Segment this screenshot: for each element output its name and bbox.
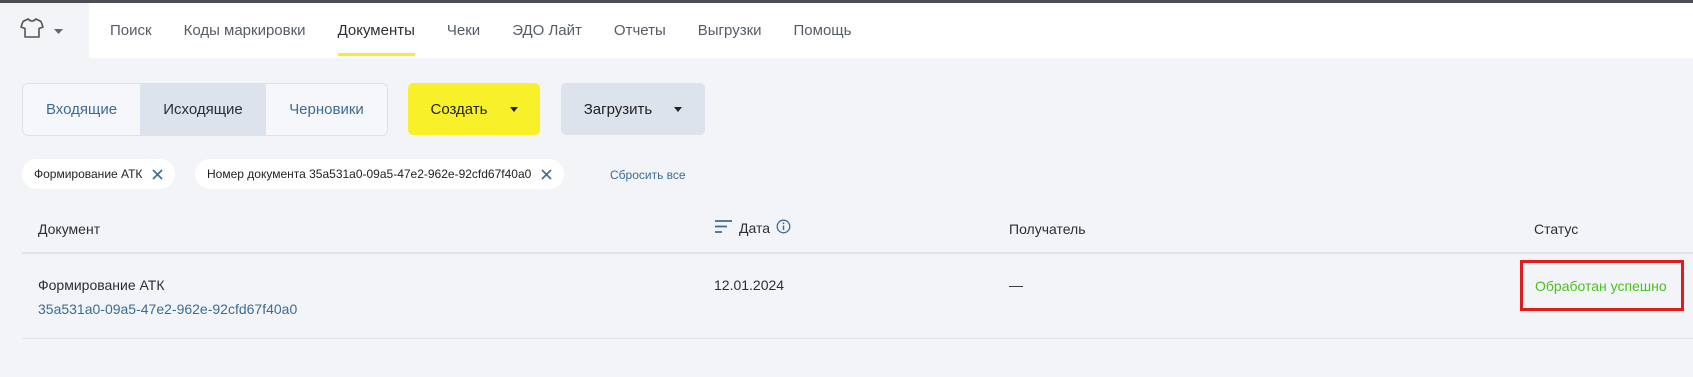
create-button[interactable]: Создать [408, 83, 540, 135]
nav-item-search[interactable]: Поиск [110, 3, 152, 58]
document-date: 12.01.2024 [714, 277, 785, 293]
filter-chip-label: Формирование АТК [34, 167, 143, 181]
sort-icon[interactable] [714, 219, 733, 237]
main-nav: Поиск Коды маркировки Документы Чеки ЭДО… [110, 3, 883, 58]
status-highlight: Обработан успешно [1520, 260, 1684, 311]
reset-filters-link[interactable]: Сбросить все [610, 168, 686, 182]
nav-item-documents[interactable]: Документы [337, 3, 416, 58]
table-row-divider [22, 338, 1693, 339]
document-type: Формирование АТК [38, 277, 165, 293]
nav-item-edo-lite[interactable]: ЭДО Лайт [512, 3, 582, 58]
filter-chip-label: Номер документа 35a531a0-09a5-47e2-962e-… [207, 167, 532, 181]
table-header-divider [22, 252, 1693, 254]
tab-incoming[interactable]: Входящие [23, 84, 140, 135]
document-recipient: — [1009, 277, 1023, 293]
nav-item-marking-codes[interactable]: Коды маркировки [184, 3, 306, 58]
filter-chip-doc-type: Формирование АТК [22, 159, 176, 189]
nav-item-reports[interactable]: Отчеты [614, 3, 666, 58]
column-header-document: Документ [38, 221, 101, 237]
upload-button-label: Загрузить [583, 100, 653, 118]
info-icon[interactable] [776, 219, 791, 237]
tab-outgoing[interactable]: Исходящие [140, 84, 266, 135]
column-header-date-label: Дата [739, 220, 771, 236]
status-badge: Обработан успешно [1535, 277, 1667, 294]
chevron-down-icon [54, 22, 63, 40]
caret-down-icon [509, 106, 518, 112]
filter-chip-doc-number: Номер документа 35a531a0-09a5-47e2-962e-… [195, 159, 565, 189]
nav-item-help[interactable]: Помощь [794, 3, 852, 58]
document-id-link[interactable]: 35a531a0-09a5-47e2-962e-92cfd67f40a0 [38, 301, 297, 317]
product-switcher[interactable] [0, 3, 89, 58]
column-header-date[interactable]: Дата [714, 219, 791, 237]
document-direction-tabs: Входящие Исходящие Черновики [22, 83, 388, 136]
close-icon[interactable] [152, 168, 163, 180]
top-navbar: Поиск Коды маркировки Документы Чеки ЭДО… [0, 3, 1693, 58]
close-icon[interactable] [541, 168, 552, 180]
upload-button[interactable]: Загрузить [561, 83, 705, 135]
column-header-recipient: Получатель [1009, 221, 1086, 237]
create-button-label: Создать [430, 100, 488, 118]
nav-item-exports[interactable]: Выгрузки [698, 3, 762, 58]
tshirt-icon [20, 17, 44, 44]
nav-item-receipts[interactable]: Чеки [447, 3, 480, 58]
column-header-status: Статус [1534, 221, 1579, 237]
caret-down-icon [674, 106, 683, 112]
tab-drafts[interactable]: Черновики [266, 84, 387, 135]
